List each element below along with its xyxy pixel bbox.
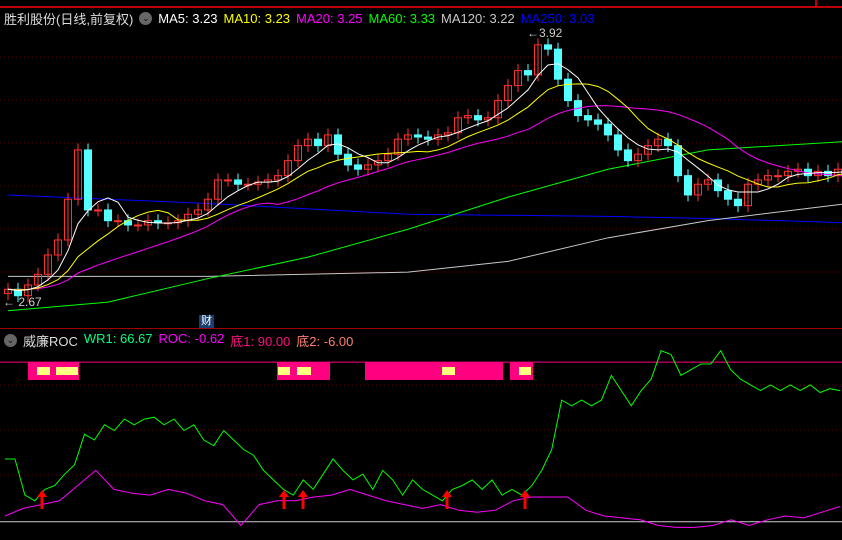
indicator-value: 底1: 90.00 [230,334,291,349]
candle-up [774,175,782,178]
candle-down [624,149,632,162]
signal-mark [37,367,50,375]
signal-band [365,362,503,380]
stock-chart: ←3.92 ← 2.67 [0,26,842,528]
indicator-values: WR1: 66.67 ROC: -0.62 底1: 90.00 底2: -6.00 [84,331,354,350]
candle-down [584,115,592,121]
candle-down [474,115,482,121]
candle-down [424,136,432,140]
ma-value: MA60: 3.33 [368,11,436,26]
candle-up [134,224,142,227]
candle-down [354,164,362,170]
candle-up [114,220,122,223]
candle-down [724,190,732,200]
candle-up [94,209,102,212]
candle-down [84,149,92,211]
signal-mark [297,367,311,375]
panel-divider [0,328,842,329]
signal-mark [442,367,455,375]
ma20-line [7,105,842,291]
signal-mark [519,367,531,375]
high-price-label: ←3.92 [527,26,563,40]
buy-arrow-icon [279,490,289,509]
chevron-down-icon[interactable]: ⌄ [4,334,17,347]
chevron-down-icon[interactable]: ⌄ [139,12,153,25]
indicator-name: 威廉ROC [23,334,78,349]
indicator-value: ROC: -0.62 [158,331,225,346]
candle-down [524,70,532,76]
candle-up [224,179,232,182]
candle-down [604,123,612,136]
candle-down [314,138,322,147]
candle-down [594,119,602,125]
candle-down [414,134,422,138]
candle-down [104,209,112,222]
ma-value: MA20: 3.25 [296,11,363,26]
candle-down [344,153,352,166]
candle-down [614,134,622,151]
finance-event-badge[interactable]: 财 [199,315,214,328]
candle-down [544,44,552,50]
low-price-label: ← 2.67 [3,295,42,309]
candle-down [734,198,742,207]
ma-values: MA5: 3.23 MA10: 3.23 MA20: 3.25 MA60: 3.33 M… [158,11,594,26]
indicator-legend: ⌄ 威廉ROC WR1: 66.67 ROC: -0.62 底1: 90.00 底2:… [4,331,353,350]
signal-mark [278,367,290,375]
indicator-value: WR1: 66.67 [83,331,153,346]
candle-down [674,145,682,177]
ma5-line [7,63,842,292]
signal-mark [56,367,78,375]
ma-value: MA250: 3.03 [520,11,595,26]
main-chart-legend: 胜利股份(日线,前复权) ⌄ MA5: 3.23 MA10: 3.23 MA20: … [4,9,594,28]
buy-arrow-icon [37,490,47,509]
indicator-value: 底2: -6.00 [296,334,354,349]
candle-down [684,175,692,196]
roc-line [4,469,841,528]
ma-value: MA10: 3.23 [223,11,291,26]
candle-down [124,220,132,226]
ma-value: MA5: 3.23 [158,11,218,26]
candle-down [564,78,572,102]
ma-value: MA120: 3.22 [441,11,515,26]
stock-title: 胜利股份(日线,前复权) [4,12,134,27]
candle-down [234,179,242,185]
